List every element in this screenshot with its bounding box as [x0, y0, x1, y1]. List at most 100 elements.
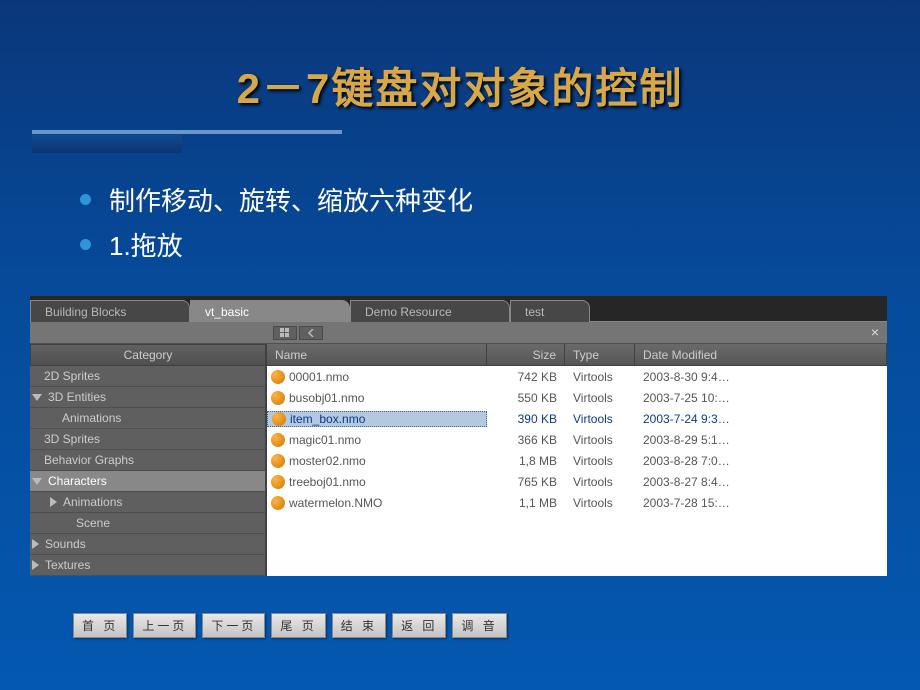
file-date: 2003-8-29 5:1… — [635, 433, 887, 447]
file-icon — [271, 496, 285, 510]
file-size: 1,1 MB — [487, 496, 565, 510]
file-icon — [272, 412, 286, 426]
file-date: 2003-7-28 15:… — [635, 496, 887, 510]
nav-home[interactable]: 首 页 — [73, 613, 127, 638]
chevron-right-icon — [50, 497, 57, 507]
bullet-text: 制作移动、旋转、缩放六种变化 — [109, 181, 473, 218]
nav-end[interactable]: 结 束 — [332, 613, 386, 638]
resource-window: Building Blocks vt_basic Demo Resource t… — [30, 296, 887, 576]
bullet-item: 制作移动、旋转、缩放六种变化 — [80, 181, 920, 218]
nav-next[interactable]: 下一页 — [202, 613, 265, 638]
bullet-text: 1.拖放 — [109, 226, 183, 263]
chevron-down-icon — [32, 394, 42, 401]
file-size: 742 KB — [487, 370, 565, 384]
toolbar: × — [30, 322, 887, 344]
sidebar-item-scene[interactable]: Scene — [30, 513, 265, 534]
file-row[interactable]: busobj01.nmo 550 KBVirtools2003-7-25 10:… — [267, 387, 887, 408]
nav-back[interactable]: 返 回 — [392, 613, 446, 638]
nav-buttons: 首 页 上一页 下一页 尾 页 结 束 返 回 调 音 — [73, 613, 507, 638]
nav-prev[interactable]: 上一页 — [133, 613, 196, 638]
file-name-cell: treeboj01.nmo — [267, 475, 487, 489]
file-date: 2003-8-27 8:4… — [635, 475, 887, 489]
file-type: Virtools — [565, 454, 635, 468]
file-type: Virtools — [565, 391, 635, 405]
bullet-item: 1.拖放 — [80, 226, 920, 263]
file-row[interactable]: treeboj01.nmo 765 KBVirtools2003-8-27 8:4… — [267, 471, 887, 492]
file-row[interactable]: magic01.nmo 366 KBVirtools2003-8-29 5:1… — [267, 429, 887, 450]
file-name: moster02.nmo — [289, 454, 366, 468]
grid-view-icon[interactable] — [273, 326, 297, 340]
sidebar-item-sounds[interactable]: Sounds — [30, 534, 265, 555]
file-type: Virtools — [565, 433, 635, 447]
sidebar-item-2d-sprites[interactable]: 2D Sprites — [30, 366, 265, 387]
file-type: Virtools — [565, 496, 635, 510]
file-size: 1,8 MB — [487, 454, 565, 468]
file-icon — [271, 391, 285, 405]
file-date: 2003-7-25 10:… — [635, 391, 887, 405]
file-type: Virtools — [565, 370, 635, 384]
file-size: 765 KB — [487, 475, 565, 489]
sidebar-item-textures[interactable]: Textures — [30, 555, 265, 576]
file-name-cell: magic01.nmo — [267, 433, 487, 447]
chevron-left-icon[interactable] — [299, 326, 323, 340]
close-icon[interactable]: × — [871, 324, 879, 340]
decor-rect — [32, 135, 182, 153]
bullet-icon — [80, 239, 91, 250]
tab-building-blocks[interactable]: Building Blocks — [30, 300, 190, 322]
tab-vt-basic[interactable]: vt_basic — [190, 300, 350, 322]
file-panel: Name Size Type Date Modified 00001.nmo 74… — [267, 344, 887, 576]
bullet-list: 制作移动、旋转、缩放六种变化 1.拖放 — [80, 181, 920, 263]
tab-test[interactable]: test — [510, 300, 590, 322]
chevron-right-icon — [32, 560, 39, 570]
category-sidebar: Category 2D Sprites 3D Entities Animatio… — [30, 344, 267, 576]
file-icon — [271, 475, 285, 489]
col-type[interactable]: Type — [565, 344, 635, 365]
col-date[interactable]: Date Modified — [635, 344, 887, 365]
file-name: item_box.nmo — [290, 412, 365, 426]
file-name-cell: item_box.nmo — [267, 411, 487, 427]
file-row[interactable]: item_box.nmo 390 KBVirtools2003-7-24 9:3… — [267, 408, 887, 429]
column-headers: Name Size Type Date Modified — [267, 344, 887, 366]
file-date: 2003-8-30 9:4… — [635, 370, 887, 384]
sidebar-item-characters[interactable]: Characters — [30, 471, 265, 492]
sidebar-item-behavior-graphs[interactable]: Behavior Graphs — [30, 450, 265, 471]
col-size[interactable]: Size — [487, 344, 565, 365]
sidebar-item-animations-2[interactable]: Animations — [30, 492, 265, 513]
file-size: 366 KB — [487, 433, 565, 447]
file-date: 2003-8-28 7:0… — [635, 454, 887, 468]
chevron-right-icon — [32, 539, 39, 549]
file-icon — [271, 433, 285, 447]
file-type: Virtools — [565, 475, 635, 489]
file-icon — [271, 370, 285, 384]
file-name: magic01.nmo — [289, 433, 361, 447]
nav-sound[interactable]: 调 音 — [452, 613, 506, 638]
decor-line — [32, 130, 342, 134]
file-row[interactable]: watermelon.NMO 1,1 MBVirtools2003-7-28 15… — [267, 492, 887, 513]
category-header: Category — [30, 344, 265, 366]
file-name-cell: watermelon.NMO — [267, 496, 487, 510]
file-icon — [271, 454, 285, 468]
col-name[interactable]: Name — [267, 344, 487, 365]
nav-last[interactable]: 尾 页 — [271, 613, 325, 638]
file-date: 2003-7-24 9:3… — [635, 412, 887, 426]
file-name-cell: busobj01.nmo — [267, 391, 487, 405]
file-size: 550 KB — [487, 391, 565, 405]
slide-title: 2－7键盘对对象的控制 — [0, 0, 920, 126]
file-name: watermelon.NMO — [289, 496, 382, 510]
file-name: 00001.nmo — [289, 370, 349, 384]
sidebar-item-3d-sprites[interactable]: 3D Sprites — [30, 429, 265, 450]
file-size: 390 KB — [487, 412, 565, 426]
chevron-down-icon — [32, 478, 42, 485]
file-type: Virtools — [565, 412, 635, 426]
file-name-cell: moster02.nmo — [267, 454, 487, 468]
file-name-cell: 00001.nmo — [267, 370, 487, 384]
file-row[interactable]: 00001.nmo 742 KBVirtools2003-8-30 9:4… — [267, 366, 887, 387]
tab-demo-resource[interactable]: Demo Resource — [350, 300, 510, 322]
bullet-icon — [80, 194, 91, 205]
sidebar-item-3d-entities[interactable]: 3D Entities — [30, 387, 265, 408]
file-row[interactable]: moster02.nmo 1,8 MBVirtools2003-8-28 7:0… — [267, 450, 887, 471]
sidebar-item-animations[interactable]: Animations — [30, 408, 265, 429]
file-name: busobj01.nmo — [289, 391, 364, 405]
file-name: treeboj01.nmo — [289, 475, 366, 489]
tab-strip: Building Blocks vt_basic Demo Resource t… — [30, 296, 887, 322]
